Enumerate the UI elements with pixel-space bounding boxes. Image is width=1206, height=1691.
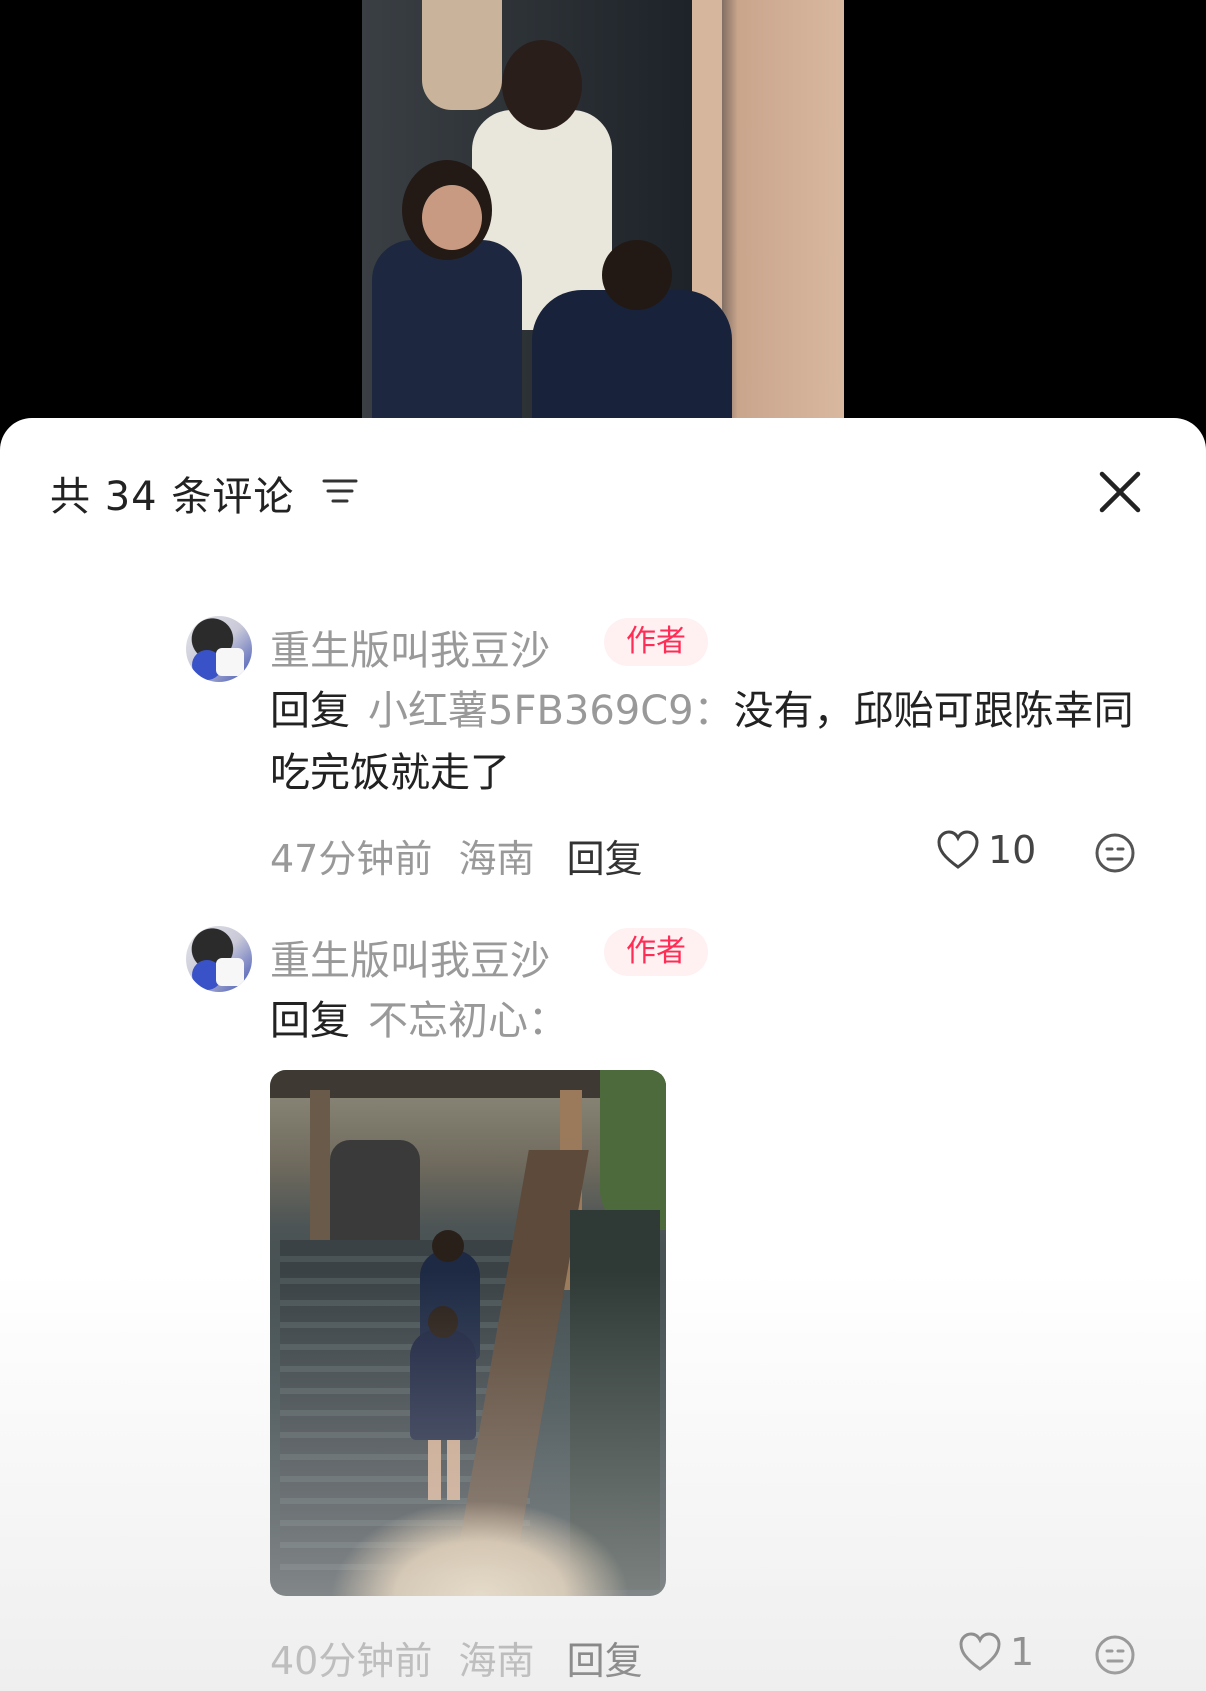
video-person: [422, 185, 482, 250]
video-player[interactable]: [0, 0, 1206, 440]
comments-count-title: 共 34 条评论: [50, 474, 295, 520]
comment-text[interactable]: 回复 小红薯5FB369C9：没有，邱贻可跟陈幸同吃完饭就走了: [270, 680, 1150, 804]
video-frame: [362, 0, 844, 418]
comment-username[interactable]: 重生版叫我豆沙: [270, 928, 550, 986]
reply-target-user[interactable]: 不忘初心：: [368, 998, 568, 1044]
reply-button[interactable]: 回复: [567, 837, 643, 881]
like-button[interactable]: 10: [936, 828, 1036, 872]
heart-icon: [937, 830, 979, 869]
sort-lines-icon[interactable]: [322, 476, 358, 506]
avatar[interactable]: [186, 616, 252, 682]
author-badge: 作者: [604, 618, 708, 666]
emoji-reaction-icon[interactable]: [1094, 1634, 1136, 1676]
avatar[interactable]: [186, 926, 252, 992]
reply-target-user[interactable]: 小红薯5FB369C9：: [368, 688, 734, 734]
video-person: [422, 0, 502, 110]
comment-time: 40分钟前: [270, 1639, 433, 1683]
like-count: 1: [1010, 1630, 1035, 1674]
emoji-reaction-icon[interactable]: [1094, 832, 1136, 874]
comments-sheet: 共 34 条评论 重生版叫我豆沙 作者 回复 小红薯5FB369C9：没有，邱贻可…: [0, 418, 1206, 1691]
comment-text[interactable]: 回复 不忘初心：: [270, 990, 1150, 1052]
comment-username[interactable]: 重生版叫我豆沙: [270, 618, 550, 676]
comment-meta: 40分钟前 海南 回复: [270, 1630, 643, 1685]
comment-time: 47分钟前: [270, 837, 433, 881]
comment-location: 海南: [458, 1639, 535, 1683]
video-person: [372, 240, 522, 418]
video-person: [602, 240, 672, 310]
close-icon[interactable]: [1096, 468, 1144, 516]
reply-prefix: 回复: [270, 998, 350, 1044]
reply-prefix: 回复: [270, 688, 350, 734]
comment-meta: 47分钟前 海南 回复: [270, 828, 643, 883]
author-badge: 作者: [604, 928, 708, 976]
reply-button[interactable]: 回复: [567, 1639, 643, 1683]
comment-image[interactable]: [270, 1070, 666, 1596]
like-count: 10: [988, 828, 1037, 872]
heart-icon: [959, 1632, 1001, 1671]
like-button[interactable]: 1: [958, 1630, 1034, 1674]
comment-location: 海南: [458, 837, 535, 881]
video-person: [502, 40, 582, 130]
